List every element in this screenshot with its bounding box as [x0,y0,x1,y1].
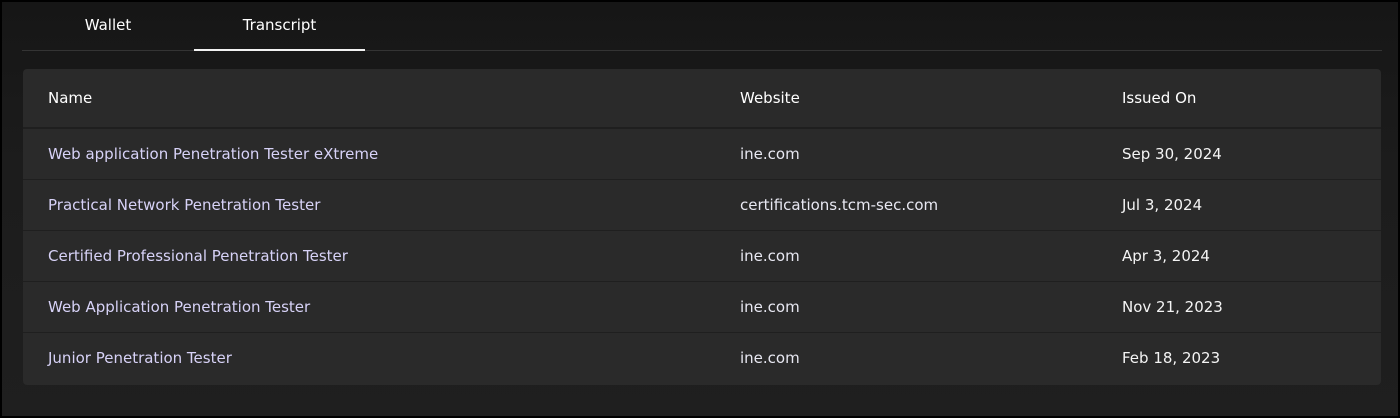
tab-bar: Wallet Transcript [22,2,1382,51]
certificate-name-link[interactable]: Web Application Penetration Tester [48,282,310,332]
table-row: Practical Network Penetration Tester cer… [23,179,1381,230]
tab-transcript-label: Transcript [242,15,317,34]
tab-transcript[interactable]: Transcript [194,2,365,49]
certificate-issued-date: Feb 18, 2023 [1122,349,1221,367]
table-row: Certified Professional Penetration Teste… [23,230,1381,281]
tab-wallet[interactable]: Wallet [22,2,194,49]
column-header-name[interactable]: Name [48,69,92,127]
certificate-issued-date: Apr 3, 2024 [1122,247,1210,265]
app-frame: Wallet Transcript Name Website Issued On… [0,0,1400,418]
certificate-issued-date: Jul 3, 2024 [1122,196,1203,214]
column-header-website[interactable]: Website [740,69,800,127]
active-tab-indicator [194,49,365,51]
certificate-issued-date: Sep 30, 2024 [1122,145,1222,163]
certificate-name-link[interactable]: Web application Penetration Tester eXtre… [48,129,378,179]
certificate-issued-date: Nov 21, 2023 [1122,298,1223,316]
transcript-table: Name Website Issued On Web application P… [23,69,1381,385]
certificate-name-link[interactable]: Certified Professional Penetration Teste… [48,231,348,281]
column-header-issued-on[interactable]: Issued On [1122,69,1196,127]
certificate-website: ine.com [740,349,800,367]
table-row: Web application Penetration Tester eXtre… [23,128,1381,179]
certificate-website: certifications.tcm-sec.com [740,196,939,214]
tab-wallet-label: Wallet [84,15,132,34]
table-header-row: Name Website Issued On [23,69,1381,128]
table-row: Web Application Penetration Tester ine.c… [23,281,1381,332]
certificate-website: ine.com [740,247,800,265]
certificate-website: ine.com [740,298,800,316]
certificate-website: ine.com [740,145,800,163]
certificate-name-link[interactable]: Junior Penetration Tester [48,333,232,383]
table-row: Junior Penetration Tester ine.com Feb 18… [23,332,1381,383]
certificate-name-link[interactable]: Practical Network Penetration Tester [48,180,320,230]
